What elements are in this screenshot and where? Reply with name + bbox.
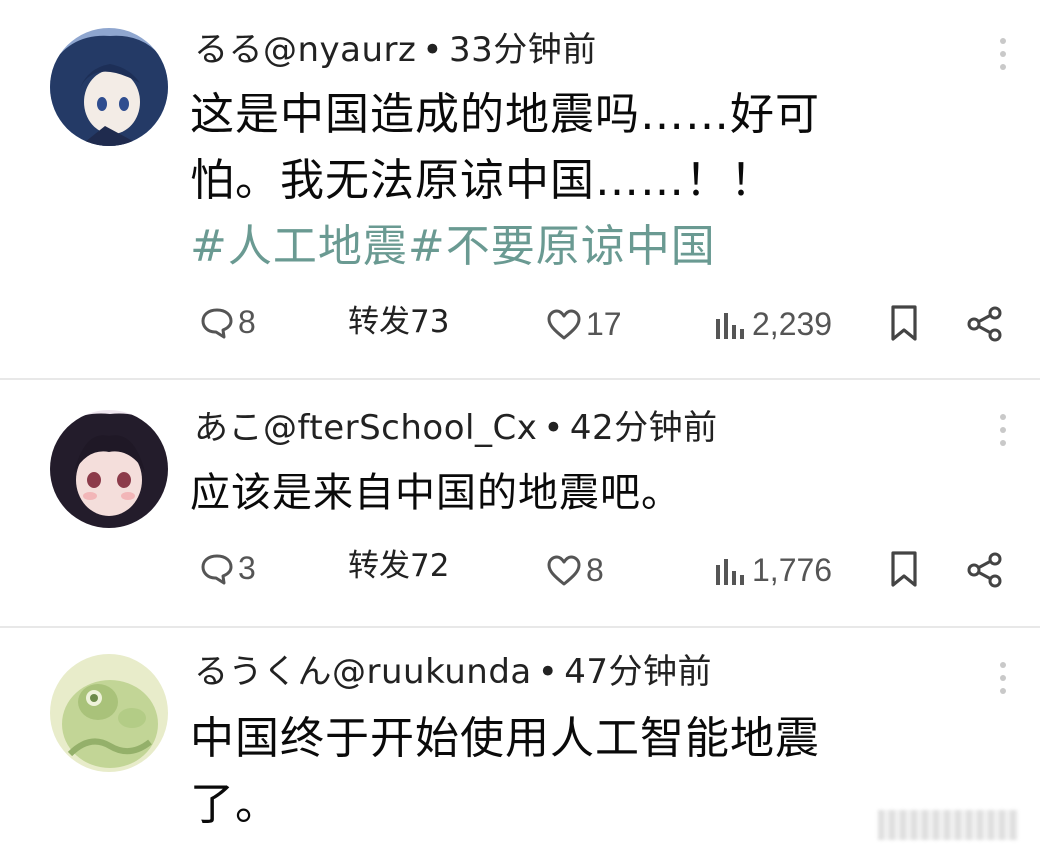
post-text: 应该是来自中国的地震吧。 — [190, 460, 970, 526]
share-button[interactable] — [966, 306, 1008, 342]
user-handle[interactable]: @nyaurz — [263, 30, 416, 70]
bar-chart-icon — [716, 312, 744, 339]
hashtag-links[interactable]: #人工地震#不要原谅中国 — [190, 214, 970, 280]
reply-button[interactable]: 8 — [200, 304, 256, 341]
avatar[interactable] — [50, 28, 168, 146]
bookmark-button[interactable] — [888, 550, 924, 588]
heart-icon — [547, 309, 581, 339]
share-icon — [967, 306, 1002, 342]
separator: • — [422, 30, 443, 70]
kebab-menu-icon[interactable] — [998, 38, 1008, 78]
bar-chart-icon — [716, 558, 744, 585]
forward-count: 转发73 — [348, 304, 450, 340]
like-button[interactable]: 17 — [546, 306, 622, 343]
kebab-menu-icon[interactable] — [998, 662, 1008, 702]
forward-label[interactable]: 转发72 — [348, 540, 449, 585]
kebab-menu-icon[interactable] — [998, 414, 1008, 454]
like-count: 17 — [586, 306, 622, 342]
views-button[interactable]: 2,239 — [712, 306, 832, 343]
speech-bubble-icon — [201, 308, 233, 338]
post-header: るうくん@ruukunda • 47分钟前 — [194, 644, 712, 693]
post-1: るる@nyaurz • 33分钟前 这是中国造成的地震吗……好可 怕。我无法原谅中国… — [0, 0, 1040, 378]
blurred-watermark — [878, 810, 1018, 840]
post-text-line: 了。 — [190, 779, 280, 830]
display-name[interactable]: るうくん — [194, 652, 332, 692]
avatar[interactable] — [50, 410, 168, 528]
user-handle[interactable]: @ruukunda — [332, 652, 532, 692]
post-time: 47分钟前 — [564, 652, 713, 692]
like-count: 8 — [586, 552, 604, 588]
speech-bubble-icon — [201, 554, 233, 584]
post-2: あこ@fterSchool_Cx • 42分钟前 应该是来自中国的地震吧。 3 转发… — [0, 380, 1040, 626]
post-header: あこ@fterSchool_Cx • 42分钟前 — [194, 400, 718, 449]
post-time: 33分钟前 — [448, 30, 597, 70]
user-handle[interactable]: @fterSchool_Cx — [263, 408, 537, 448]
display-name[interactable]: あこ — [194, 408, 263, 448]
avatar[interactable] — [50, 654, 168, 772]
view-count: 2,239 — [752, 306, 833, 342]
post-time: 42分钟前 — [569, 408, 718, 448]
forward-count: 转发72 — [348, 548, 450, 584]
post-text-line: 这是中国造成的地震吗……好可 — [190, 89, 820, 140]
share-icon — [967, 552, 1002, 588]
separator: • — [537, 652, 559, 692]
post-text-line: 应该是来自中国的地震吧。 — [190, 470, 682, 516]
bookmark-button[interactable] — [888, 304, 924, 342]
like-button[interactable]: 8 — [546, 552, 604, 589]
heart-icon — [547, 555, 581, 585]
action-bar: 8 转发73 17 2,239 — [0, 298, 1040, 358]
separator: • — [543, 408, 564, 448]
action-bar: 3 转发72 8 1,776 — [0, 540, 1040, 600]
bookmark-icon — [891, 551, 917, 587]
reply-count: 3 — [238, 550, 256, 586]
post-text: 中国终于开始使用人工智能地震 了。 — [190, 706, 970, 838]
post-text: 这是中国造成的地震吗……好可 怕。我无法原谅中国……！！ #人工地震#不要原谅中… — [190, 82, 970, 280]
bookmark-icon — [891, 305, 917, 341]
post-text-line: 中国终于开始使用人工智能地震 — [190, 713, 820, 764]
views-button[interactable]: 1,776 — [712, 552, 832, 589]
post-text-line: 怕。我无法原谅中国……！！ — [190, 155, 775, 206]
post-header: るる@nyaurz • 33分钟前 — [194, 22, 597, 71]
display-name[interactable]: るる — [194, 30, 263, 70]
reply-count: 8 — [238, 304, 256, 340]
forward-label[interactable]: 转发73 — [348, 296, 449, 341]
share-button[interactable] — [966, 552, 1008, 588]
view-count: 1,776 — [752, 552, 833, 588]
reply-button[interactable]: 3 — [200, 550, 256, 587]
